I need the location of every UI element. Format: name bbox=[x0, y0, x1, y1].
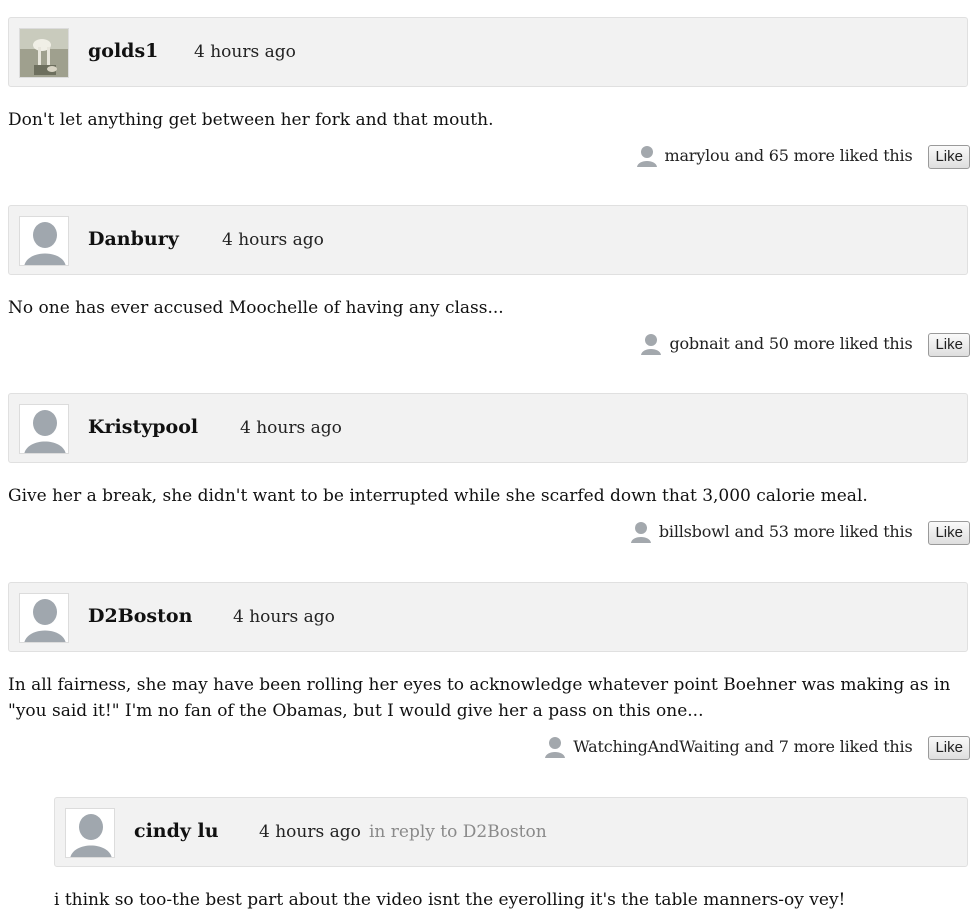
comment-username[interactable]: cindy lu bbox=[134, 820, 219, 842]
photo-avatar-icon[interactable] bbox=[19, 28, 69, 78]
like-button[interactable]: Like bbox=[928, 145, 970, 169]
comment-text: Don't let anything get between her fork … bbox=[8, 110, 494, 130]
comment-thread: golds1 4 hours ago Don't let anything ge… bbox=[0, 0, 980, 922]
liker-avatar-icon bbox=[634, 143, 659, 167]
likes-row: billsbowl and 53 more liked this Like bbox=[0, 517, 970, 557]
comment-text: Give her a break, she didn't want to be … bbox=[8, 486, 868, 506]
like-button[interactable]: Like bbox=[928, 333, 970, 357]
comment: Kristypool 4 hours ago Give her a break,… bbox=[0, 393, 980, 557]
comment-text: i think so too-the best part about the v… bbox=[54, 890, 846, 910]
comment-username[interactable]: golds1 bbox=[88, 40, 158, 62]
comment-timestamp: 4 hours ago bbox=[233, 607, 335, 627]
default-avatar-icon[interactable] bbox=[65, 808, 115, 858]
likes-summary[interactable]: WatchingAndWaiting and 7 more liked this bbox=[573, 737, 912, 756]
likes-row: gobnait and 50 more liked this Like bbox=[0, 329, 970, 369]
default-avatar-icon[interactable] bbox=[19, 593, 69, 643]
comment-text: In all fairness, she may have been rolli… bbox=[8, 675, 951, 721]
comment: D2Boston 4 hours ago In all fairness, sh… bbox=[0, 582, 980, 772]
comment-header: Danbury 4 hours ago bbox=[8, 205, 968, 275]
default-avatar-icon[interactable] bbox=[19, 216, 69, 266]
comment: golds1 4 hours ago Don't let anything ge… bbox=[0, 17, 980, 181]
comment-header: Kristypool 4 hours ago bbox=[8, 393, 968, 463]
default-avatar-icon[interactable] bbox=[19, 404, 69, 454]
comment-header: D2Boston 4 hours ago bbox=[8, 582, 968, 652]
like-button[interactable]: Like bbox=[928, 521, 970, 545]
comment-header: golds1 4 hours ago bbox=[8, 17, 968, 87]
in-reply-to-link[interactable]: in reply to D2Boston bbox=[369, 822, 547, 842]
liker-avatar-icon bbox=[628, 519, 653, 543]
comment-text: No one has ever accused Moochelle of hav… bbox=[8, 298, 504, 318]
reply-comment: cindy lu 4 hours ago in reply to D2Bosto… bbox=[46, 797, 980, 913]
likes-row: WatchingAndWaiting and 7 more liked this… bbox=[0, 732, 970, 772]
comment: Danbury 4 hours ago No one has ever accu… bbox=[0, 205, 980, 369]
likes-summary[interactable]: marylou and 65 more liked this bbox=[665, 146, 913, 165]
like-button[interactable]: Like bbox=[928, 736, 970, 760]
comment-username[interactable]: D2Boston bbox=[88, 605, 192, 627]
liker-avatar-icon bbox=[639, 331, 664, 355]
comment-timestamp: 4 hours ago bbox=[240, 418, 342, 438]
likes-summary[interactable]: billsbowl and 53 more liked this bbox=[659, 522, 913, 541]
comment-header: cindy lu 4 hours ago in reply to D2Bosto… bbox=[54, 797, 968, 867]
liker-avatar-icon bbox=[543, 734, 568, 758]
comment-timestamp: 4 hours ago bbox=[259, 822, 361, 842]
comment-timestamp: 4 hours ago bbox=[194, 42, 296, 62]
likes-row: marylou and 65 more liked this Like bbox=[0, 141, 970, 181]
likes-summary[interactable]: gobnait and 50 more liked this bbox=[669, 334, 912, 353]
comment-timestamp: 4 hours ago bbox=[222, 230, 324, 250]
comment-username[interactable]: Kristypool bbox=[88, 416, 198, 438]
comment-username[interactable]: Danbury bbox=[88, 228, 179, 250]
